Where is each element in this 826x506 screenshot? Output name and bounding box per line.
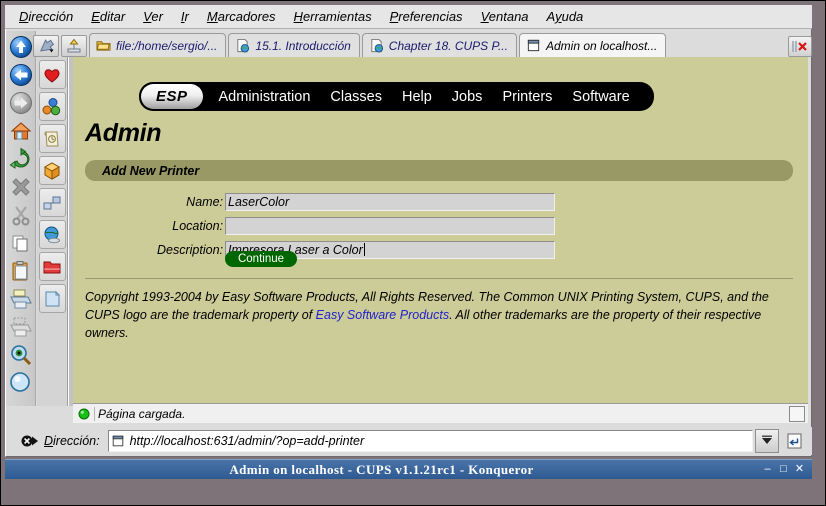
clear-location-icon[interactable] [20,433,40,449]
menu-preferencias[interactable]: Preferencias [390,9,463,24]
desktop-root: Dirección Editar Ver Ir Marcadores Herra… [0,0,826,506]
tab-list-button[interactable] [33,35,59,57]
page-loaded-indicator-icon [77,407,91,421]
menu-ir[interactable]: Ir [181,9,189,24]
up-icon[interactable] [7,33,35,61]
window-icon [526,38,541,53]
printer-location-input[interactable] [225,217,555,235]
find-icon[interactable] [7,341,35,369]
tab-label: file:/home/sergio/... [116,39,217,53]
printer-name-input[interactable]: LaserColor [225,193,555,211]
page-title: Admin [85,119,161,148]
folder-icon [96,38,111,53]
nav-item-help[interactable]: Help [392,89,442,105]
text-caret [364,243,365,256]
nav-brand-esp[interactable]: ESP [141,84,203,109]
nav-item-software[interactable]: Software [562,89,639,105]
window-title: Admin on localhost - CUPS v1.1.21rc1 - K… [5,462,758,478]
services-box-icon[interactable] [39,156,66,185]
new-tab-button[interactable] [61,35,87,57]
horizontal-rule [85,278,793,279]
window-icon [111,434,125,448]
location-label: Dirección: [44,434,100,448]
menu-marcadores[interactable]: Marcadores [207,9,276,24]
label-location: Location: [85,219,225,233]
status-bar: Página cargada. [73,403,808,423]
print-icon[interactable] [7,285,35,313]
tab-chapter18[interactable]: Chapter 18. CUPS P... [362,33,517,57]
network-balls-icon[interactable] [39,92,66,121]
sidebar-panel [37,57,68,406]
tab-intro[interactable]: 15.1. Introducción [228,33,359,57]
menu-direccion[interactable]: Dirección [19,9,73,24]
resize-grip[interactable] [789,406,805,422]
minimize-button[interactable]: – [761,463,774,476]
form-row-description: Description: Impresora Laser a Color [85,240,555,259]
paste-icon[interactable] [7,257,35,285]
back-icon[interactable] [7,61,35,89]
html-document-icon [369,38,384,53]
form-row-location: Location: [85,216,555,235]
maximize-button[interactable]: □ [777,463,790,476]
tab-label: Admin on localhost... [546,39,657,53]
location-value: http://localhost:631/admin/?op=add-print… [130,434,365,448]
tab-file-home[interactable]: file:/home/sergio/... [89,33,226,57]
menu-ayuda[interactable]: Ayuda [547,9,584,24]
nav-item-printers[interactable]: Printers [492,89,562,105]
forward-icon [7,89,35,117]
section-header-label: Add New Printer [102,164,199,178]
blue-sheet-icon[interactable] [39,284,66,313]
web-page-view: ESP Administration Classes Help Jobs Pri… [73,57,808,403]
location-input[interactable]: http://localhost:631/admin/?op=add-print… [108,430,753,452]
navigation-toolbar [6,31,36,406]
nav-item-administration[interactable]: Administration [209,89,321,105]
reload-icon[interactable] [7,145,35,173]
go-enter-icon[interactable] [783,429,807,453]
red-folder-icon[interactable] [39,252,66,281]
print-preview-icon[interactable] [7,313,35,341]
cut-icon [7,201,35,229]
form-row-name: Name: LaserColor [85,192,555,211]
location-bar: Dirección: http://localhost:631/admin/?o… [6,427,812,455]
window-bottom-frame [5,479,812,503]
tab-bar: file:/home/sergio/... 15.1. Introducción [33,31,812,57]
chevron-down-icon[interactable] [755,429,779,453]
window-controls: – □ ✕ [758,463,806,476]
network-devices-icon[interactable] [39,188,66,217]
html-document-icon [235,38,250,53]
menu-herramientas[interactable]: Herramientas [294,9,372,24]
cups-navigation-bar: ESP Administration Classes Help Jobs Pri… [139,82,654,111]
window-frame: Dirección Editar Ver Ir Marcadores Herra… [0,0,826,506]
menu-ventana[interactable]: Ventana [481,9,529,24]
continue-button[interactable]: Continue [225,251,297,267]
nav-item-jobs[interactable]: Jobs [442,89,493,105]
easy-software-products-link[interactable]: Easy Software Products [316,308,449,322]
copyright-footer: Copyright 1993-2004 by Easy Software Pro… [85,288,795,342]
close-tab-button[interactable] [788,36,812,57]
zoom-icon[interactable] [7,369,35,397]
section-header-add-new-printer: Add New Printer [85,160,793,181]
continue-button-label: Continue [238,253,284,265]
status-text: Página cargada. [94,407,789,421]
nav-item-classes[interactable]: Classes [320,89,392,105]
copy-icon[interactable] [7,229,35,257]
tab-label: Chapter 18. CUPS P... [389,39,508,53]
label-name: Name: [85,195,225,209]
web-globe-icon[interactable] [39,220,66,249]
printer-name-value: LaserColor [228,195,289,209]
menu-editar[interactable]: Editar [91,9,125,24]
tab-label: 15.1. Introducción [255,39,350,53]
history-scroll-icon[interactable] [39,124,66,153]
label-description: Description: [85,243,225,257]
tab-admin-localhost[interactable]: Admin on localhost... [519,33,666,57]
stop-icon [7,173,35,201]
menu-bar: Dirección Editar Ver Ir Marcadores Herra… [5,5,812,29]
bookmarks-heart-icon[interactable] [39,60,66,89]
home-icon[interactable] [7,117,35,145]
menu-ver[interactable]: Ver [143,9,163,24]
close-button[interactable]: ✕ [793,463,806,476]
window-title-bar[interactable]: Admin on localhost - CUPS v1.1.21rc1 - K… [5,459,812,479]
